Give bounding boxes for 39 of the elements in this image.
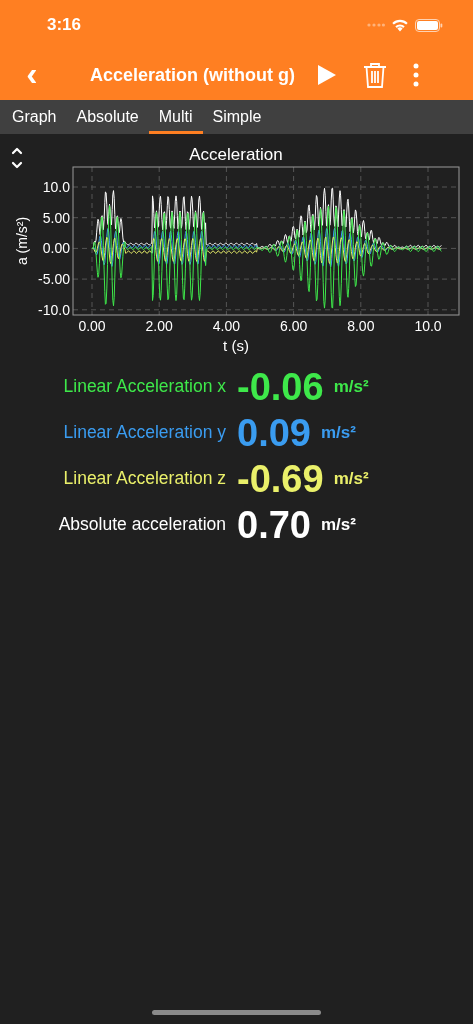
play-icon[interactable] xyxy=(317,64,337,86)
sort-icon[interactable] xyxy=(11,147,23,169)
more-icon[interactable] xyxy=(413,63,419,87)
signal-icon xyxy=(367,22,385,28)
reading-value: 0.09 xyxy=(237,413,311,452)
y-tick-label: 5.00 xyxy=(42,209,70,226)
screen-title: Acceleration (without g) xyxy=(90,63,295,87)
reading-unit: m/s² xyxy=(333,375,369,398)
tab[interactable]: Simple xyxy=(202,100,272,134)
y-tick-label: -10.0 xyxy=(38,301,70,318)
reading-value: -0.06 xyxy=(237,367,324,406)
x-tick-label: 8.00 xyxy=(347,318,375,334)
reading-label: Linear Acceleration x xyxy=(62,375,226,399)
y-tick-label: 10.0 xyxy=(42,179,70,195)
y-axis-title: a (m/s²) xyxy=(14,216,30,266)
reading-label: Linear Acceleration z xyxy=(62,467,226,491)
x-tick-label: 4.00 xyxy=(212,318,240,334)
x-tick-label: 10.0 xyxy=(414,318,442,334)
tab[interactable]: Graph xyxy=(2,100,67,134)
reading-value: 0.70 xyxy=(237,505,311,544)
reading-unit: m/s² xyxy=(320,421,356,444)
y-tick-label: 0.00 xyxy=(42,240,70,257)
y-tick-label: -5.00 xyxy=(38,271,70,288)
status-time: 3:16 xyxy=(47,14,82,37)
graph-title: Acceleration xyxy=(189,145,283,164)
tab[interactable]: Multi xyxy=(148,100,203,134)
x-tick-label: 0.00 xyxy=(78,318,106,334)
reading-label: Absolute acceleration xyxy=(57,513,226,537)
x-tick-label: 6.00 xyxy=(280,318,308,334)
reading-value: -0.69 xyxy=(237,459,324,498)
reading-unit: m/s² xyxy=(333,467,369,490)
trash-icon[interactable] xyxy=(363,61,387,89)
tab[interactable]: Absolute xyxy=(66,100,149,134)
reading-label: Linear Acceleration y xyxy=(62,421,226,445)
x-tick-label: 2.00 xyxy=(145,318,173,334)
battery-icon xyxy=(415,18,443,32)
reading-unit: m/s² xyxy=(320,513,356,536)
x-axis-title: t (s) xyxy=(223,337,249,354)
wifi-icon xyxy=(391,18,409,32)
